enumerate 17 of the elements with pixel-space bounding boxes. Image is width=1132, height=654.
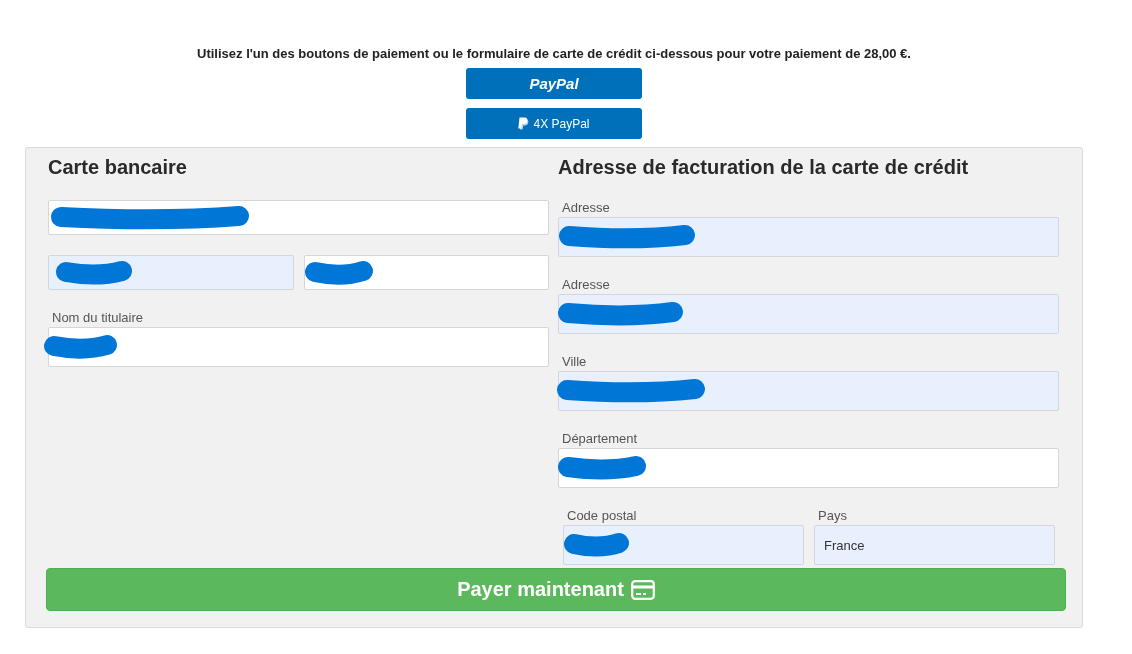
section-title: Adresse de facturation de la carte de crédit [558, 155, 970, 180]
p-logo-icon [518, 117, 530, 130]
field-label: Ville [562, 354, 588, 370]
field-label: Adresse [562, 277, 611, 293]
field-label: Adresse [562, 200, 611, 216]
paypal-button[interactable]: PayPal [466, 68, 642, 99]
field-label: Département [562, 431, 639, 447]
input-field[interactable] [558, 448, 1059, 488]
field-label: Code postal [567, 508, 638, 524]
paypal-installments-button[interactable]: 4X PayPal [466, 108, 642, 139]
field-label: Nom du titulaire [52, 310, 145, 326]
input-field[interactable] [48, 327, 549, 367]
payment-instructions: Utilisez l'un des boutons de paiement ou le formulaire de carte de crédit ci-dessous pour votre paiement de 28,00 €. [197, 46, 911, 62]
section-title: Carte bancaire [48, 155, 188, 180]
input-field[interactable]: France [814, 525, 1055, 565]
field-label: Pays [818, 508, 848, 524]
credit-card-icon [630, 579, 655, 600]
